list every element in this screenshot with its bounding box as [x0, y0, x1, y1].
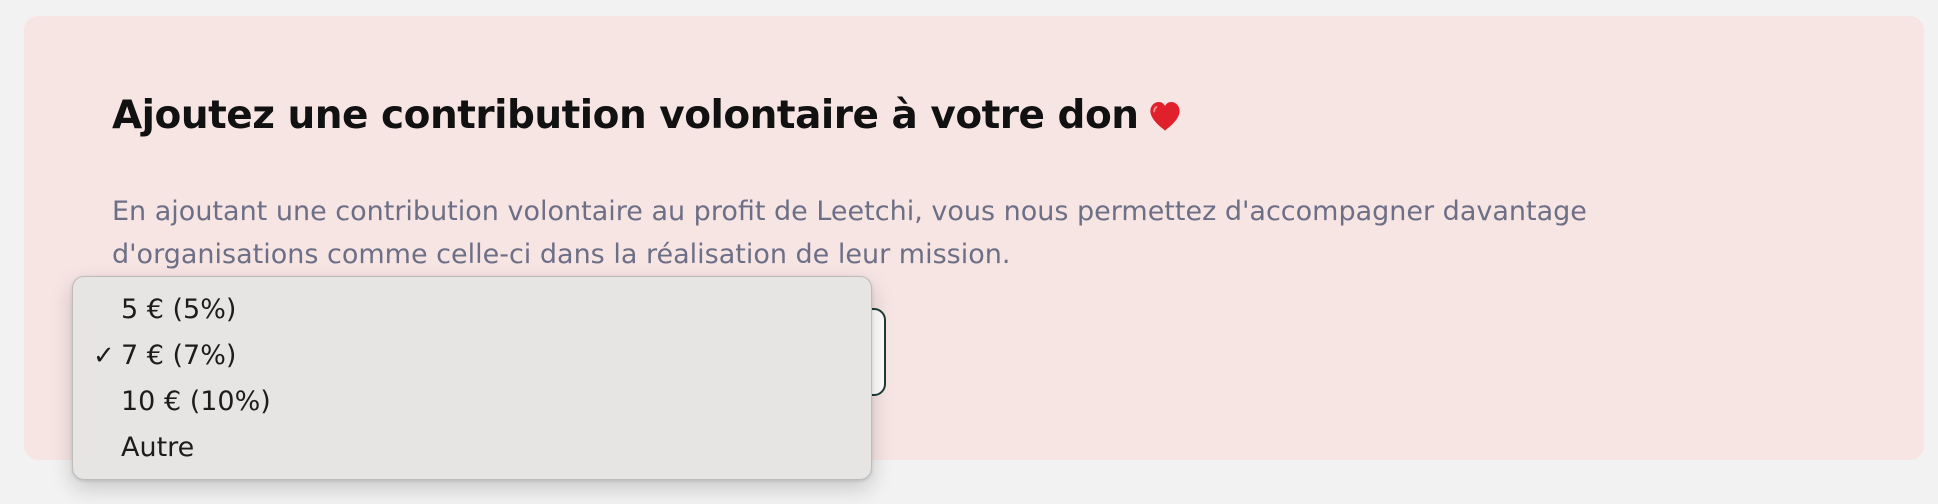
option-label: 5 € (5%): [121, 294, 237, 325]
card-title: Ajoutez une contribution volontaire à vo…: [112, 90, 1183, 142]
card-description: En ajoutant une contribution volontaire …: [112, 196, 1587, 270]
option-label: Autre: [121, 432, 195, 463]
card-title-text: Ajoutez une contribution volontaire à vo…: [112, 93, 1139, 138]
option-label: 10 € (10%): [121, 386, 271, 417]
checkmark-icon: ✓: [93, 341, 115, 371]
contribution-dropdown-menu: 5 € (5%) ✓ 7 € (7%) 10 € (10%) Autre: [72, 276, 872, 480]
option-autre[interactable]: Autre: [73, 425, 871, 471]
option-7-euros[interactable]: ✓ 7 € (7%): [73, 333, 871, 379]
option-10-euros[interactable]: 10 € (10%): [73, 379, 871, 425]
option-label: 7 € (7%): [121, 340, 237, 371]
red-heart-icon: [1149, 101, 1180, 131]
option-5-euros[interactable]: 5 € (5%): [73, 287, 871, 333]
